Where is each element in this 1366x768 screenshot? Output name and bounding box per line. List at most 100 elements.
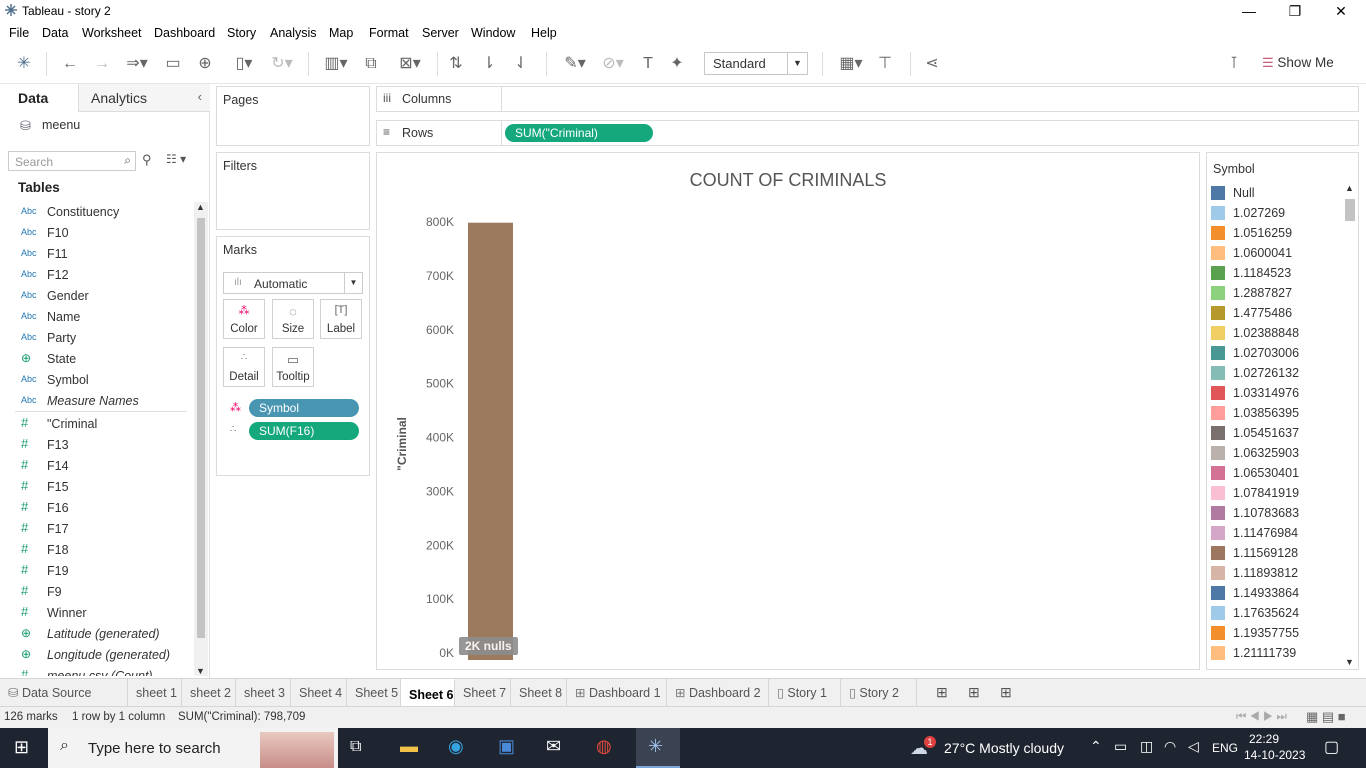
field-item[interactable]: Abc Measure Names [0,391,190,412]
notifications-icon[interactable]: ▢ [1324,737,1339,757]
sum-f16-pill[interactable]: SUM(F16) [249,422,359,440]
taskbar-search[interactable]: ⌕ Type here to search [48,728,338,768]
field-item[interactable]: Abc Gender [0,286,190,307]
field-item[interactable]: # Winner [0,603,190,624]
new-worksheet-tab-icon[interactable]: ⊞ [936,684,948,701]
tab-analytics[interactable]: Analytics ‹ [78,84,210,112]
meet-icon[interactable]: ◫ [1140,738,1153,755]
clear-sheet-icon[interactable]: ⊠▾ [392,53,428,75]
sheet-tab-data-source[interactable]: ⛁ Data Source [0,679,128,707]
presentation-mode-icon[interactable]: ⊤ [875,53,895,75]
menu-story[interactable]: Story [227,26,256,40]
field-item[interactable]: ⊕ State [0,349,190,370]
rows-shelf[interactable]: ≡ Rows SUM("Criminal) [376,120,1359,146]
field-item[interactable]: ⊕ Longitude (generated) [0,645,190,666]
null-indicator[interactable]: 2K nulls [459,637,518,655]
datasource-name[interactable]: meenu [42,118,80,132]
new-story-tab-icon[interactable]: ⊞ [1000,684,1012,701]
clock-date[interactable]: 14-10-2023 [1244,748,1305,762]
file-explorer-icon[interactable]: ▬ [400,736,418,757]
mark-type-select[interactable]: ılı Automatic ▼ [223,272,363,294]
worksheet-view[interactable]: COUNT OF CRIMINALS "Criminal 0K 100K 200K 3… [376,152,1200,670]
field-item[interactable]: Abc Symbol [0,370,190,391]
sheet-tab-sheet-8[interactable]: Sheet 8 [511,679,567,707]
filter-icon[interactable]: ⚲ [142,152,152,168]
legend-item[interactable]: 1.11569128 [1211,543,1341,563]
fix-axes-icon[interactable]: ✦ [667,53,687,75]
language-indicator[interactable]: ENG [1212,741,1238,755]
store-icon[interactable]: ▣ [498,736,515,757]
group-members-icon[interactable]: ⊘▾ [596,53,630,75]
legend-item[interactable]: 1.02703006 [1211,343,1341,363]
menu-worksheet[interactable]: Worksheet [82,26,142,40]
menu-window[interactable]: Window [471,26,515,40]
legend-item[interactable]: 1.11893812 [1211,563,1341,583]
scroll-up-icon[interactable]: ▲ [1345,183,1354,193]
maximize-button[interactable]: ❐ [1272,0,1318,22]
tab-data[interactable]: Data [0,84,78,112]
field-list-scrollbar[interactable]: ▲ ▼ [194,202,208,676]
sheet-tab-story-2[interactable]: ▯ Story 2 [841,679,917,707]
windows-start-icon[interactable]: ⊞ [14,737,29,758]
chrome-icon[interactable]: ◍ [596,736,612,757]
scroll-down-icon[interactable]: ▼ [196,666,205,676]
pause-updates-icon[interactable]: ▯▾ [227,53,261,75]
menu-analysis[interactable]: Analysis [270,26,317,40]
sheet-tab-sheet-4[interactable]: Sheet 4 [291,679,347,707]
columns-shelf[interactable]: iii Columns [376,86,1359,112]
sheet-tab-sheet-2[interactable]: sheet 2 [182,679,236,707]
field-item[interactable]: Abc Constituency [0,202,190,223]
legend-item[interactable]: 1.17635624 [1211,603,1341,623]
new-datasource-icon[interactable]: ⊕ [195,53,215,75]
sheet-nav-icon[interactable]: ⏮ ◀ ▶ ⏭ [1236,711,1287,724]
show-me-button[interactable]: ☰ Show Me [1262,55,1334,71]
mail-icon[interactable]: ✉ [546,736,561,757]
volume-icon[interactable]: ◁ [1188,738,1199,755]
collapse-icon[interactable]: ‹ [198,89,202,104]
view-options-icon[interactable]: ☷ ▾ [166,152,186,166]
legend-item[interactable]: 1.03314976 [1211,383,1341,403]
sort-descending-icon[interactable]: ⇃ [511,53,531,75]
legend-item[interactable]: Null [1211,183,1341,203]
undo-icon[interactable]: ← [60,53,80,75]
field-item[interactable]: Abc F11 [0,244,190,265]
field-item[interactable]: # F13 [0,435,190,456]
sheet-tab-sheet-3[interactable]: sheet 3 [236,679,291,707]
menu-format[interactable]: Format [369,26,409,40]
menu-server[interactable]: Server [422,26,459,40]
scroll-down-icon[interactable]: ▼ [1345,657,1354,667]
filters-card[interactable]: Filters [216,152,370,230]
field-item[interactable]: # F16 [0,498,190,519]
field-item[interactable]: Abc F10 [0,223,190,244]
highlight-icon[interactable]: ✎▾ [558,53,592,75]
legend-item[interactable]: 1.11476984 [1211,523,1341,543]
detail-button[interactable]: ∴ Detail [223,347,265,387]
scroll-up-icon[interactable]: ▲ [196,202,205,212]
field-item[interactable]: # F15 [0,477,190,498]
new-worksheet-icon[interactable]: ▥▾ [318,53,354,75]
sheet-tab-dashboard-2[interactable]: ⊞ Dashboard 2 [667,679,769,707]
minimize-button[interactable]: — [1226,0,1272,22]
field-item[interactable]: Abc Name [0,307,190,328]
legend-item[interactable]: 1.10783683 [1211,503,1341,523]
legend-item[interactable]: 1.05451637 [1211,423,1341,443]
sheet-sorter-icon[interactable]: ▦ ▤ ■ [1306,709,1346,725]
bar[interactable] [468,222,513,660]
field-item[interactable]: ⊕ Latitude (generated) [0,624,190,645]
menu-file[interactable]: File [9,26,29,40]
legend-item[interactable]: 1.1184523 [1211,263,1341,283]
tableau-home-icon[interactable]: ✳ [14,53,34,75]
clock-time[interactable]: 22:29 [1249,732,1279,746]
scrollbar-thumb[interactable] [197,218,205,638]
tableau-taskbar-button[interactable]: ✳ [636,728,680,768]
sheet-tab-sheet-1[interactable]: sheet 1 [128,679,182,707]
menu-dashboard[interactable]: Dashboard [154,26,215,40]
swap-icon[interactable]: ⇅ [446,53,466,75]
legend-item[interactable]: 1.02388848 [1211,323,1341,343]
legend-item[interactable]: 1.06530401 [1211,463,1341,483]
sheet-tab-sheet-5[interactable]: Sheet 5 [347,679,401,707]
field-item[interactable]: # F17 [0,519,190,540]
menu-help[interactable]: Help [531,26,557,40]
share-icon[interactable]: ⋖ [922,53,942,75]
pages-card[interactable]: Pages [216,86,370,146]
